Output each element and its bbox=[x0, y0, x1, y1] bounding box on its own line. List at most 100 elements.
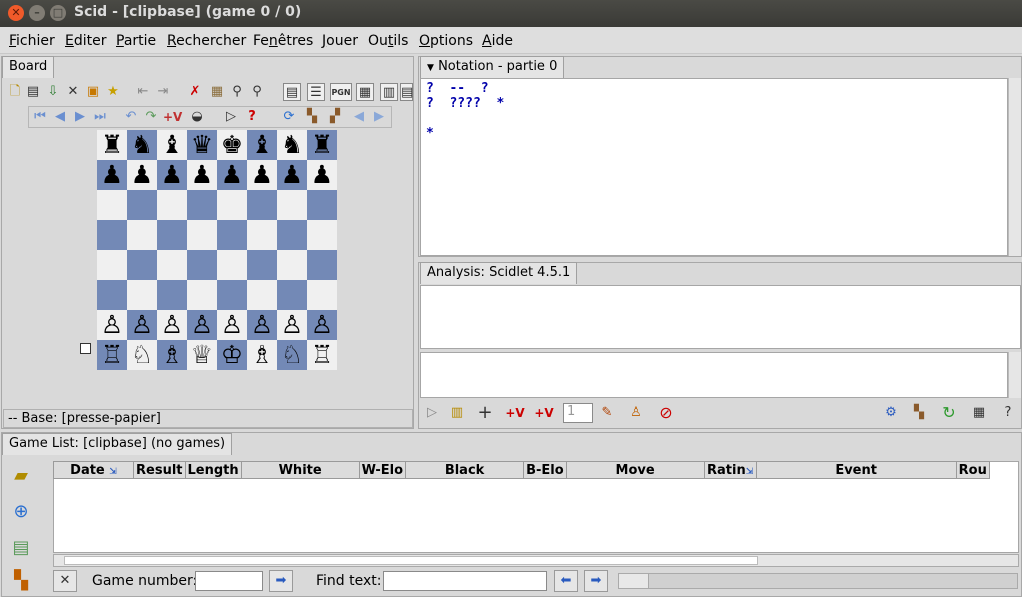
chess-piece-square[interactable]: ♔ bbox=[217, 340, 247, 370]
chess-piece-square[interactable]: ♟ bbox=[97, 160, 127, 190]
chess-piece-square[interactable]: ♟ bbox=[247, 160, 277, 190]
find-next-button[interactable]: ➡ bbox=[584, 570, 608, 592]
close-window-icon[interactable]: ✕ bbox=[8, 5, 24, 21]
board-mini-icon[interactable]: ▚ bbox=[12, 572, 30, 590]
board-square[interactable] bbox=[217, 250, 247, 280]
coords-icon[interactable]: ▚ bbox=[303, 108, 321, 126]
next-game-icon[interactable]: ▶ bbox=[370, 108, 388, 126]
board-square[interactable] bbox=[187, 190, 217, 220]
chess-piece-square[interactable]: ♘ bbox=[277, 340, 307, 370]
board-square[interactable] bbox=[277, 220, 307, 250]
first-game-icon[interactable]: ⇤ bbox=[134, 83, 152, 101]
chess-piece-square[interactable]: ♚ bbox=[217, 130, 247, 160]
chess-piece-square[interactable]: ♙ bbox=[307, 310, 337, 340]
chess-piece-square[interactable]: ♞ bbox=[277, 130, 307, 160]
board-square[interactable] bbox=[247, 190, 277, 220]
menu-fenetres[interactable]: Fenêtres bbox=[253, 33, 313, 49]
board-square[interactable] bbox=[97, 280, 127, 310]
forward-icon[interactable]: ▶ bbox=[71, 108, 89, 126]
find-previous-button[interactable]: ⬅ bbox=[554, 570, 578, 592]
zoom-icon[interactable]: ⊕ bbox=[12, 503, 30, 521]
chess-piece-square[interactable]: ♟ bbox=[127, 160, 157, 190]
new-file-icon[interactable]: 🗋 bbox=[6, 83, 24, 101]
chess-piece-square[interactable]: ♙ bbox=[127, 310, 157, 340]
game-number-input[interactable] bbox=[195, 571, 263, 591]
board-square[interactable] bbox=[307, 250, 337, 280]
menu-fichier[interactable]: Fichier bbox=[9, 33, 55, 49]
col-round[interactable]: Rou bbox=[955, 461, 990, 479]
board-square[interactable] bbox=[217, 280, 247, 310]
hint-bulb-icon[interactable]: ◒ bbox=[188, 108, 206, 126]
col-result[interactable]: Result bbox=[133, 461, 186, 479]
col-black[interactable]: Black bbox=[405, 461, 525, 479]
search-reset-icon[interactable]: ✗ bbox=[186, 83, 204, 101]
chess-piece-square[interactable]: ♘ bbox=[127, 340, 157, 370]
show-material-icon[interactable]: ▞ bbox=[326, 108, 344, 126]
board-square[interactable] bbox=[127, 190, 157, 220]
header-search-icon[interactable]: ⚲ bbox=[228, 83, 246, 101]
chess-piece-square[interactable]: ♜ bbox=[97, 130, 127, 160]
find-text-input[interactable] bbox=[383, 571, 547, 591]
board-square[interactable] bbox=[97, 250, 127, 280]
stop-engine-icon[interactable]: ⊘ bbox=[657, 404, 675, 422]
chess-piece-square[interactable]: ♟ bbox=[187, 160, 217, 190]
board-square[interactable] bbox=[97, 220, 127, 250]
board-square[interactable] bbox=[187, 220, 217, 250]
col-event[interactable]: Event bbox=[755, 461, 957, 479]
board-square[interactable] bbox=[247, 220, 277, 250]
board-square[interactable] bbox=[157, 250, 187, 280]
add-variation-analysis-icon[interactable]: +V bbox=[504, 404, 526, 422]
board-square[interactable] bbox=[217, 220, 247, 250]
bookmark-icon[interactable]: ★ bbox=[104, 83, 122, 101]
chess-piece-square[interactable]: ♟ bbox=[157, 160, 187, 190]
add-variation-icon[interactable]: +V bbox=[163, 108, 182, 126]
tree-icon[interactable]: ▦ bbox=[356, 83, 374, 101]
prev-game-icon[interactable]: ◀ bbox=[350, 108, 368, 126]
menu-rechercher[interactable]: Rechercher bbox=[167, 33, 246, 49]
last-game-icon[interactable]: ⇥ bbox=[154, 83, 172, 101]
board-square[interactable] bbox=[157, 220, 187, 250]
col-move[interactable]: Move bbox=[565, 461, 705, 479]
board-square[interactable] bbox=[187, 250, 217, 280]
board-square[interactable] bbox=[277, 250, 307, 280]
game-info-icon[interactable]: ▤ bbox=[283, 83, 301, 101]
chess-piece-square[interactable]: ♙ bbox=[157, 310, 187, 340]
board-square[interactable] bbox=[217, 190, 247, 220]
tab-dropdown-icon[interactable]: ▼ bbox=[427, 63, 434, 73]
engine-settings-icon[interactable]: ▦ bbox=[970, 404, 988, 422]
material-search-icon[interactable]: ⚲ bbox=[248, 83, 266, 101]
board-square[interactable] bbox=[277, 280, 307, 310]
tab-gamelist[interactable]: Game List: [clipbase] (no games) bbox=[2, 433, 233, 455]
menu-partie[interactable]: Partie bbox=[116, 33, 156, 49]
board-search-icon[interactable]: ▦ bbox=[208, 83, 226, 101]
chess-piece-square[interactable]: ♗ bbox=[247, 340, 277, 370]
chess-piece-square[interactable]: ♗ bbox=[157, 340, 187, 370]
tab-board[interactable]: Board bbox=[2, 56, 55, 78]
notation-scrollbar[interactable] bbox=[1008, 78, 1021, 256]
board-square[interactable] bbox=[127, 250, 157, 280]
import-icon[interactable]: ⇩ bbox=[44, 83, 62, 101]
exit-variation-icon[interactable]: ↶ bbox=[122, 108, 140, 126]
board-square[interactable] bbox=[247, 250, 277, 280]
chess-piece-square[interactable]: ♟ bbox=[277, 160, 307, 190]
maximize-window-icon[interactable]: □ bbox=[50, 5, 66, 21]
menu-jouer[interactable]: Jouer bbox=[322, 33, 358, 49]
col-white-elo[interactable]: W-Elo bbox=[358, 461, 407, 479]
game-list-icon[interactable]: ☰ bbox=[307, 83, 325, 101]
notation-text-area[interactable] bbox=[420, 78, 1008, 256]
pgn-icon[interactable]: PGN bbox=[330, 83, 352, 101]
enter-variation-icon[interactable]: ↷ bbox=[142, 108, 160, 126]
board-square[interactable] bbox=[97, 190, 127, 220]
add-move-icon[interactable]: + bbox=[476, 404, 494, 422]
col-length[interactable]: Length bbox=[184, 461, 242, 479]
folder-icon[interactable]: ▣ bbox=[84, 83, 102, 101]
close-database-icon[interactable]: ✕ bbox=[64, 83, 82, 101]
board-square[interactable] bbox=[157, 280, 187, 310]
board-square[interactable] bbox=[307, 280, 337, 310]
chess-piece-square[interactable]: ♙ bbox=[217, 310, 247, 340]
chess-piece-square[interactable]: ♙ bbox=[187, 310, 217, 340]
comment-icon[interactable]: ? bbox=[243, 108, 261, 126]
chess-piece-square[interactable]: ♙ bbox=[97, 310, 127, 340]
chess-piece-square[interactable]: ♝ bbox=[247, 130, 277, 160]
board-square[interactable] bbox=[127, 280, 157, 310]
